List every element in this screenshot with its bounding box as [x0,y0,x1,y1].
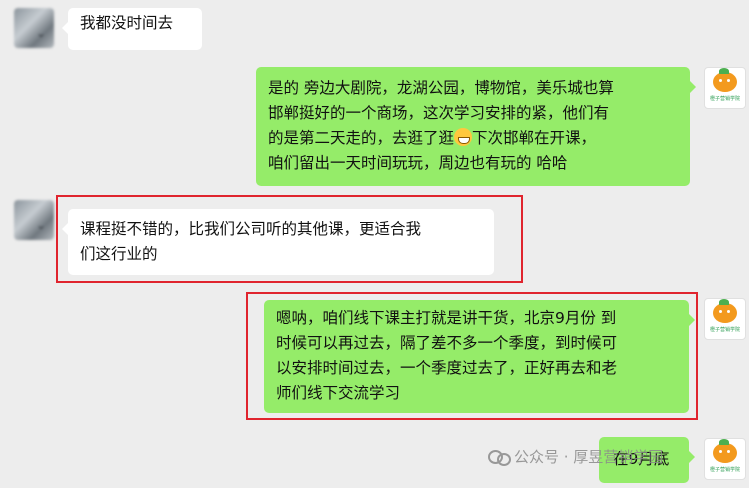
contact-avatar[interactable]: ⌄ [14,200,54,240]
message-bubble-outgoing[interactable]: 是的 旁边大剧院，龙湖公园，博物馆，美乐城也算 邯郸挺好的一个商场，这次学习安排… [256,67,696,186]
avatar-mark: ⌄ [36,26,47,40]
message-bubble-incoming[interactable]: 我都没时间去 [62,8,202,50]
contact-avatar[interactable]: ⌄ [14,8,54,48]
message-line: 们这行业的 [80,245,158,263]
wechat-logo-icon [488,450,511,466]
message-bubble-outgoing[interactable]: 嗯呐，咱们线下课主打就是讲干货，北京9月份 到 时候可以再过去，隔了差不多一个季… [264,300,695,413]
message-line: 时候可以再过去，隔了差不多一个季度，到时候可 [276,334,618,352]
grin-emoji-icon [454,128,473,146]
message-line: 嗯呐，咱们线下课主打就是讲干货，北京9月份 到 [276,309,617,327]
orange-logo-icon [713,299,737,323]
message-bubble-incoming[interactable]: 课程挺不错的，比我们公司听的其他课，更适合我 们这行业的 [62,209,494,275]
message-line: 课程挺不错的，比我们公司听的其他课，更适合我 [80,220,422,238]
avatar-mark: ⌄ [36,218,47,232]
self-avatar[interactable]: 橙子营销学院 [704,67,746,109]
watermark: 公众号 · 厚昱营销学园 [488,446,663,467]
watermark-text: 公众号 · 厚昱营销学园 [514,448,664,466]
avatar-brand-text: 橙子营销学院 [709,467,740,473]
orange-logo-icon [713,439,737,463]
self-avatar[interactable]: 橙子营销学院 [704,438,746,480]
message-text: 下次邯郸在开课， [472,129,597,147]
message-line-with-emoji: 的是第二天走的，去逛了逛 下次邯郸在开课， [268,126,678,151]
avatar-brand-text: 橙子营销学院 [709,327,740,333]
message-line: 以安排时间过去，一个季度过去了，正好再去和老 [276,359,618,377]
message-line: 是的 旁边大剧院，龙湖公园，博物馆，美乐城也算 [268,79,614,97]
message-line: 我都没时间去 [80,14,174,32]
self-avatar[interactable]: 橙子营销学院 [704,298,746,340]
message-line: 师们线下交流学习 [276,384,401,402]
orange-logo-icon [713,68,737,92]
message-text: 的是第二天走的，去逛了逛 [268,129,455,147]
message-line: 咱们留出一天时间玩玩，周边也有玩的 哈哈 [268,154,568,172]
message-line: 邯郸挺好的一个商场，这次学习安排的紧，他们有 [268,104,610,122]
avatar-brand-text: 橙子营销学院 [709,96,740,102]
